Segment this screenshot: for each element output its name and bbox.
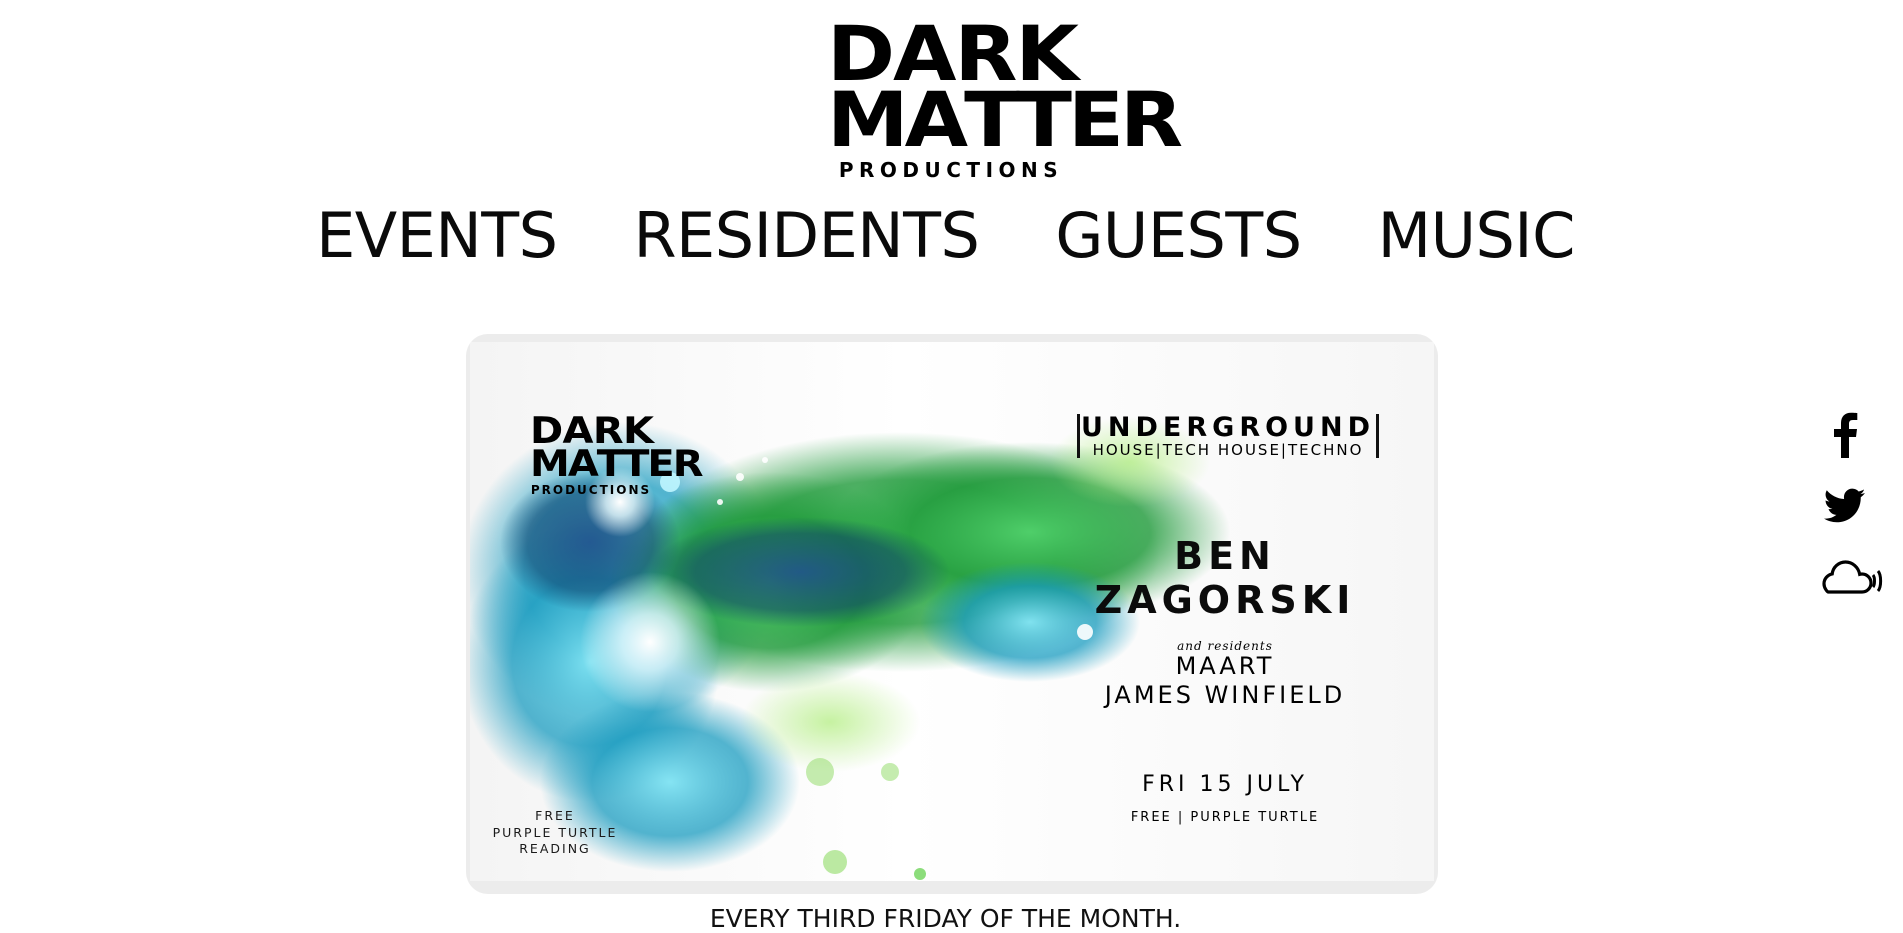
social-links (1820, 410, 1890, 600)
logo-letter: M (827, 76, 909, 165)
and-residents-label: and residents (1177, 639, 1273, 653)
genre-title: UNDERGROUND (1080, 412, 1375, 443)
left-note-line: PURPLE TURTLE (492, 824, 618, 840)
nav-guests[interactable]: GUESTS (1055, 198, 1302, 274)
site-logo[interactable]: D A R K M A T T E R PRODUCTIONS (827, 17, 1183, 182)
resident-name: JAMES WINFIELD (1104, 681, 1346, 709)
logo-letter: T (622, 442, 649, 486)
logo-letter: R (672, 442, 704, 486)
flyer-logo: D A R K M A T T E R PRODUCTIONS (530, 413, 704, 497)
headliner-name: BEN ZAGORSKI (1094, 534, 1356, 622)
nav-music[interactable]: MUSIC (1378, 198, 1576, 274)
soundcloud-icon[interactable] (1820, 558, 1884, 598)
event-venue: FREE | PURPLE TURTLE (1130, 810, 1320, 825)
logo-letter: T (1016, 76, 1072, 165)
event-flyer[interactable]: D A R K M A T T E R PRODUCTIONS UNDERGRO… (466, 334, 1438, 894)
logo-letter: E (1067, 76, 1124, 165)
resident-list: MAART JAMES WINFIELD (1050, 652, 1400, 710)
event-tagline: EVERY THIRD FRIDAY OF THE MONTH. (709, 904, 1182, 933)
twitter-icon[interactable] (1823, 488, 1866, 524)
genre-box: UNDERGROUND HOUSE|TECH HOUSE|TECHNO (1077, 414, 1379, 458)
flyer-image: D A R K M A T T E R PRODUCTIONS UNDERGRO… (470, 342, 1434, 881)
logo-letter: T (964, 76, 1020, 165)
logo-letter: A (904, 76, 969, 165)
logo-letter: A (567, 442, 599, 486)
logo-letter: T (596, 442, 624, 486)
logo-letter: R (1119, 76, 1183, 165)
nav-residents[interactable]: RESIDENTS (633, 198, 979, 274)
logo-letter: M (530, 442, 570, 486)
resident-name: MAART (1175, 652, 1275, 680)
genre-subtitle: HOUSE|TECH HOUSE|TECHNO (1092, 441, 1364, 459)
flyer-left-note: FREE PURPLE TURTLE READING (490, 808, 620, 858)
logo-letter: E (647, 442, 674, 486)
left-note-line: READING (519, 841, 591, 856)
flyer-logo-word-matter: M A T T E R (530, 442, 704, 486)
nav-events[interactable]: EVENTS (316, 198, 558, 274)
facebook-icon[interactable] (1830, 410, 1860, 458)
event-date: FRI 15 JULY (1142, 772, 1308, 797)
logo-word-matter: M A T T E R (827, 76, 1183, 165)
main-nav: EVENTS RESIDENTS GUESTS MUSIC (0, 198, 1903, 274)
left-note-line: FREE (535, 808, 575, 823)
